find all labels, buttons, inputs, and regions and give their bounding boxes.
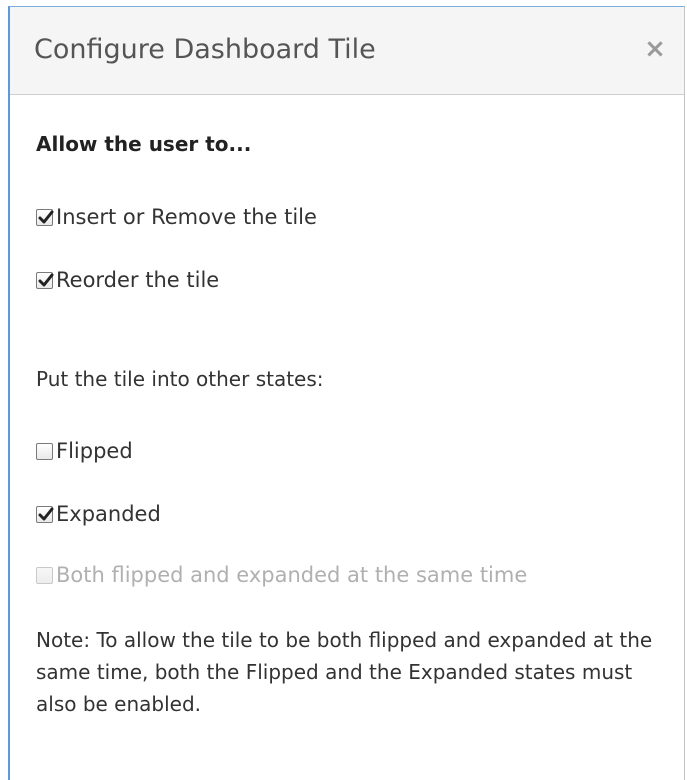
checkmark-icon: [38, 210, 54, 223]
flipped-checkbox[interactable]: [36, 442, 53, 460]
expanded-label: Expanded: [56, 502, 161, 526]
expanded-checkbox-row[interactable]: Expanded: [36, 502, 161, 526]
reorder-label: Reorder the tile: [56, 268, 220, 292]
both-states-label: Both flipped and expanded at the same ti…: [56, 563, 528, 587]
insert-remove-checkbox[interactable]: [36, 208, 54, 226]
allow-heading: Allow the user to...: [36, 132, 252, 156]
insert-remove-label: Insert or Remove the tile: [56, 205, 317, 229]
reorder-checkbox[interactable]: [36, 271, 54, 289]
close-icon[interactable]: ×: [640, 31, 670, 67]
both-states-checkbox-row: Both flipped and expanded at the same ti…: [36, 563, 527, 587]
dialog-header: Configure Dashboard Tile ×: [10, 7, 684, 95]
flipped-label: Flipped: [56, 439, 133, 463]
configure-tile-dialog: Configure Dashboard Tile × Allow the use…: [8, 6, 685, 780]
expanded-checkbox[interactable]: [36, 505, 54, 523]
states-heading: Put the tile into other states:: [36, 367, 324, 391]
insert-remove-checkbox-row[interactable]: Insert or Remove the tile: [36, 205, 317, 229]
dialog-title: Configure Dashboard Tile: [34, 34, 376, 65]
flipped-checkbox-row[interactable]: Flipped: [36, 439, 133, 463]
checkmark-icon: [38, 507, 54, 520]
note-text: Note: To allow the tile to be both flipp…: [36, 628, 653, 716]
checkmark-icon: [38, 273, 54, 286]
reorder-checkbox-row[interactable]: Reorder the tile: [36, 268, 219, 292]
both-states-checkbox: [36, 566, 53, 584]
